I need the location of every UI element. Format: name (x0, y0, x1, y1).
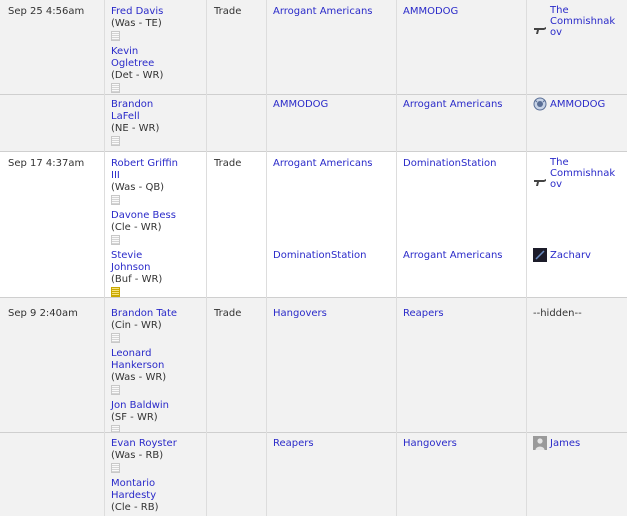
player-entry: Fred Davis (Was - TE) (111, 6, 163, 41)
to-team-link[interactable]: Arrogant Americans (403, 250, 503, 262)
owner-link[interactable]: ov (550, 179, 562, 190)
player-detail: (NE - WR) (111, 123, 160, 134)
owner-link[interactable]: The (550, 157, 569, 168)
player-link[interactable]: Brandon (111, 99, 153, 110)
player-detail: (Cle - RB) (111, 502, 159, 513)
players-cell: Robert Griffin III (Was - QB) Davone Bes… (111, 158, 178, 250)
transaction-row: Sep 25 4:56am Trade Fred Davis (Was - TE… (0, 0, 627, 94)
note-icon[interactable] (111, 463, 120, 473)
player-detail: (Was - TE) (111, 18, 162, 29)
from-team-link[interactable]: Hangovers (273, 308, 327, 320)
owner-link[interactable]: Commishnak (550, 168, 615, 179)
gun-icon (534, 179, 546, 186)
player-link[interactable]: Hankerson (111, 360, 164, 371)
owner-cell: The Commishnak ov (533, 5, 615, 38)
owner-link[interactable]: AMMODOG (550, 99, 605, 110)
player-link[interactable]: Johnson (111, 262, 150, 273)
player-link[interactable]: Leonard (111, 348, 151, 359)
transaction-row: Evan Royster (Was - RB) Montario Hardest… (0, 433, 627, 516)
note-icon[interactable] (111, 287, 120, 297)
note-icon[interactable] (111, 333, 120, 343)
player-entry: Brandon Tate (Cin - WR) (111, 308, 177, 343)
transaction-row: Stevie Johnson (Buf - WR) DominationStat… (0, 245, 627, 297)
owner-cell: Zacharv (533, 248, 591, 262)
to-team-link[interactable]: Hangovers (403, 438, 457, 450)
to-team-link[interactable]: DominationStation (403, 158, 497, 170)
player-entry: Jon Baldwin (SF - WR) (111, 400, 177, 435)
player-detail: (Was - WR) (111, 372, 167, 383)
player-entry: Kevin Ogletree (Det - WR) (111, 46, 163, 93)
player-detail: (Was - RB) (111, 450, 164, 461)
player-link[interactable]: Montario (111, 478, 155, 489)
player-link[interactable]: Evan Royster (111, 438, 177, 449)
owner-link[interactable]: James (550, 438, 580, 449)
player-link[interactable]: Hardesty (111, 490, 156, 501)
owner-hidden: --hidden-- (533, 308, 582, 319)
emblem-icon (533, 97, 547, 111)
note-icon[interactable] (111, 31, 120, 41)
player-detail: (Cin - WR) (111, 320, 162, 331)
note-icon[interactable] (111, 235, 120, 245)
owner-link[interactable]: Commishnak (550, 16, 615, 27)
to-team-link[interactable]: AMMODOG (403, 6, 458, 18)
player-entry: Leonard Hankerson (Was - WR) (111, 348, 177, 395)
to-team-link[interactable]: Reapers (403, 308, 444, 320)
players-cell: Brandon LaFell (NE - WR) (111, 99, 159, 151)
transaction-date: Sep 9 2:40am (8, 308, 78, 319)
person-silhouette-icon (533, 436, 547, 450)
note-icon[interactable] (111, 136, 120, 146)
player-entry: Davone Bess (Cle - WR) (111, 210, 178, 245)
player-entry: Evan Royster (Was - RB) (111, 438, 177, 473)
transaction-type: Trade (214, 308, 242, 319)
from-team-link[interactable]: DominationStation (273, 250, 367, 262)
player-link[interactable]: Stevie (111, 250, 142, 261)
from-team-link[interactable]: AMMODOG (273, 99, 328, 111)
transaction-type: Trade (214, 6, 242, 17)
owner-link[interactable]: ov (550, 27, 562, 38)
gun-icon (534, 27, 546, 34)
player-entry: Stevie Johnson (Buf - WR) (111, 250, 162, 297)
transaction-date: Sep 25 4:56am (8, 6, 85, 17)
player-link[interactable]: Ogletree (111, 58, 154, 69)
players-cell: Stevie Johnson (Buf - WR) (111, 250, 162, 302)
player-link[interactable]: III (111, 170, 120, 181)
player-link[interactable]: Davone Bess (111, 210, 176, 221)
to-team-link[interactable]: Arrogant Americans (403, 99, 503, 111)
player-link[interactable]: Kevin (111, 46, 138, 57)
player-link[interactable]: Jon Baldwin (111, 400, 169, 411)
player-link[interactable]: LaFell (111, 111, 140, 122)
player-link[interactable]: Robert Griffin (111, 158, 178, 169)
player-detail: (Det - WR) (111, 70, 164, 81)
owner-cell: The Commishnak ov (533, 157, 615, 190)
player-entry: Montario Hardesty (Cle - RB) (111, 478, 177, 514)
note-icon[interactable] (111, 195, 120, 205)
note-icon[interactable] (111, 385, 120, 395)
owner-cell: AMMODOG (533, 97, 605, 111)
from-team-link[interactable]: Arrogant Americans (273, 6, 373, 18)
player-link[interactable]: Fred Davis (111, 6, 163, 17)
note-icon[interactable] (111, 83, 120, 93)
players-cell: Fred Davis (Was - TE) Kevin Ogletree (De… (111, 6, 163, 98)
player-detail: (Was - QB) (111, 182, 165, 193)
player-detail: (Cle - WR) (111, 222, 162, 233)
from-team-link[interactable]: Arrogant Americans (273, 158, 373, 170)
players-cell: Evan Royster (Was - RB) Montario Hardest… (111, 438, 177, 519)
dark-avatar-icon (533, 248, 547, 262)
player-entry: Robert Griffin III (Was - QB) (111, 158, 178, 205)
player-link[interactable]: Brandon Tate (111, 308, 177, 319)
owner-link[interactable]: Zacharv (550, 250, 591, 261)
transaction-type: Trade (214, 158, 242, 169)
player-detail: (Buf - WR) (111, 274, 163, 285)
player-entry: Brandon LaFell (NE - WR) (111, 99, 159, 146)
transaction-date: Sep 17 4:37am (8, 158, 85, 169)
owner-cell: James (533, 436, 580, 450)
from-team-link[interactable]: Reapers (273, 438, 314, 450)
transaction-row: Sep 9 2:40am Trade Brandon Tate (Cin - W… (0, 298, 627, 435)
transaction-row: Brandon LaFell (NE - WR) AMMODOG Arrogan… (0, 95, 627, 151)
owner-link[interactable]: The (550, 5, 569, 16)
player-detail: (SF - WR) (111, 412, 158, 423)
transactions-table: Sep 25 4:56am Trade Fred Davis (Was - TE… (0, 0, 627, 516)
players-cell: Brandon Tate (Cin - WR) Leonard Hankerso… (111, 308, 177, 440)
transaction-row: Sep 17 4:37am Trade Robert Griffin III (… (0, 152, 627, 245)
